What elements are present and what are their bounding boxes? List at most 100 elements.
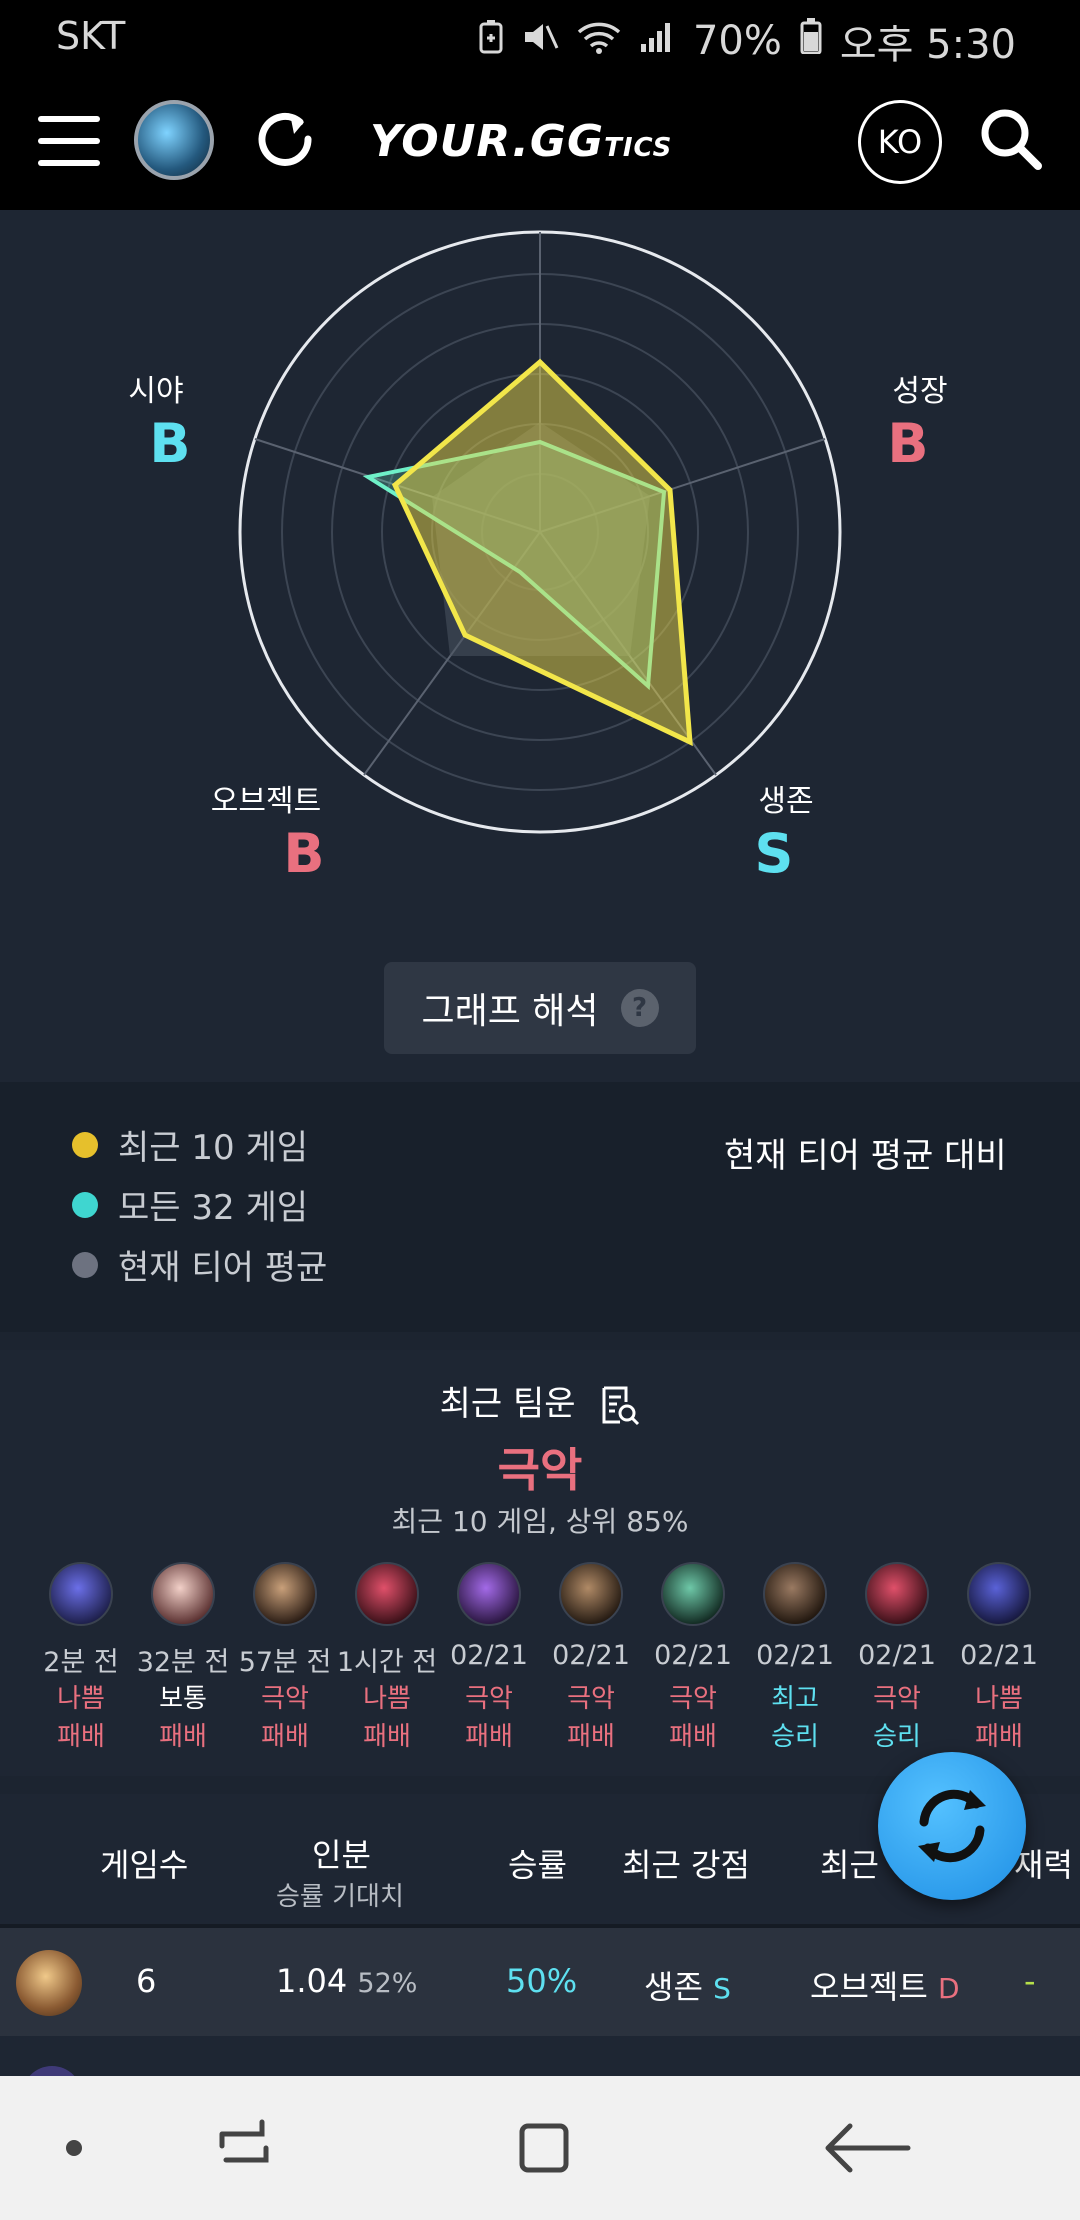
champion-icon — [559, 1562, 623, 1626]
axis-grade-objective: B — [283, 822, 325, 885]
graph-interpret-button[interactable]: 그래프 해석 ? — [384, 962, 696, 1054]
status-bar: SKT 70% 오후 5:30 — [0, 0, 1080, 72]
cell-last: - — [1024, 1962, 1036, 2000]
radar-section: 시야 B 성장 B 오브젝트 B 생존 S 그래프 해석 ? — [0, 210, 1080, 1082]
game-time: 02/21 — [960, 1640, 1038, 1671]
game-luck: 극악 — [465, 1684, 513, 1714]
recent-games-list: 2분 전 나쁨 패배 32분 전 보통 패배 57분 전 극악 패배 1시간 전 나쁨 패배 02/21… — [30, 1562, 1060, 1754]
legend-label: 최근 10 게임 — [118, 1128, 308, 1168]
header-per-person: 인분 — [312, 1836, 371, 1874]
header-expected-winrate: 승률 기대치 — [276, 1882, 404, 1912]
axis-grade-survival: S — [754, 822, 794, 885]
header-strength: 최근 강점 — [622, 1846, 750, 1884]
recent-game-item[interactable]: 32분 전 보통 패배 — [132, 1562, 234, 1754]
strength-label: 생존 — [644, 1968, 703, 2006]
recent-game-item[interactable]: 2분 전 나쁨 패배 — [30, 1562, 132, 1754]
recent-game-item[interactable]: 02/21 나쁨 패배 — [948, 1562, 1050, 1754]
recent-game-item[interactable]: 1시간 전 나쁨 패배 — [336, 1562, 438, 1754]
app-screen: SKT 70% 오후 5:30 YOUR.GGTICS KO 시야 B 성장 B… — [0, 0, 1080, 2220]
game-luck: 보통 — [159, 1684, 207, 1714]
carrier-label: SKT — [56, 14, 126, 58]
champion-icon — [967, 1562, 1031, 1626]
table-row-partial — [0, 2036, 1080, 2096]
header-games: 게임수 — [100, 1846, 189, 1884]
signal-icon — [639, 18, 675, 64]
axis-label-survival: 생존 — [758, 784, 814, 819]
search-icon[interactable] — [978, 106, 1044, 172]
nav-back-icon[interactable] — [825, 2123, 911, 2173]
champion-icon — [151, 1562, 215, 1626]
game-time: 02/21 — [858, 1640, 936, 1671]
game-time: 02/21 — [450, 1640, 528, 1671]
weakness-label: 오브젝트 — [810, 1968, 928, 2006]
axis-grade-growth: B — [887, 412, 929, 475]
game-result: 패배 — [975, 1722, 1023, 1752]
profile-avatar[interactable] — [134, 100, 214, 180]
menu-icon[interactable] — [38, 116, 100, 166]
team-luck-section: 최근 팀운 극악 최근 10 게임, 상위 85% 2분 전 나쁨 패배 32분 전보… — [0, 1350, 1080, 1776]
champion-icon — [355, 1562, 419, 1626]
language-button[interactable]: KO — [858, 100, 942, 184]
team-luck-subtitle: 최근 10 게임, 상위 85% — [391, 1505, 689, 1538]
champion-avatar — [16, 1950, 82, 2016]
game-time: 02/21 — [654, 1640, 732, 1671]
document-search-icon[interactable] — [600, 1385, 640, 1427]
recent-game-item[interactable]: 02/21 극악패배 — [438, 1562, 540, 1754]
game-result: 패배 — [363, 1722, 411, 1752]
axis-label-vision: 시야 — [128, 374, 184, 409]
axis-label-growth: 성장 — [892, 374, 948, 409]
game-luck: 나쁨 — [363, 1684, 411, 1714]
logo-main: YOUR.GG — [370, 116, 605, 167]
team-luck-grade: 극악 — [497, 1443, 583, 1497]
logo-suffix: TICS — [604, 133, 673, 163]
axis-label-objective: 오브젝트 — [210, 784, 322, 819]
expected-winrate-value: 52% — [357, 1968, 418, 1999]
game-result: 패배 — [465, 1722, 513, 1752]
legend-dot — [72, 1131, 98, 1158]
cell-winrate: 50% — [506, 1962, 578, 2000]
champion-icon — [661, 1562, 725, 1626]
table-row[interactable]: 6 1.04 52% 50% 생존 S 오브젝트 D - — [0, 1924, 1080, 2036]
app-logo[interactable]: YOUR.GGTICS — [370, 116, 672, 167]
cell-weakness: 오브젝트 D — [810, 1962, 960, 2008]
mute-icon — [521, 18, 559, 64]
nav-recents-icon[interactable] — [219, 2119, 269, 2163]
legend-item-tier: 현재 티어 평균 — [72, 1240, 327, 1289]
legend-item-all: 모든 32 게임 — [72, 1180, 308, 1229]
legend-label: 현재 티어 평균 — [118, 1248, 328, 1288]
status-icons: 70% 오후 5:30 — [479, 12, 1016, 70]
app-bar: YOUR.GGTICS KO — [0, 72, 1080, 210]
legend-dot — [72, 1191, 98, 1218]
battery-saver-icon — [479, 18, 503, 64]
nav-dot-icon[interactable] — [66, 2140, 82, 2156]
recent-game-item[interactable]: 02/21 최고 승리 — [744, 1562, 846, 1754]
nav-home-icon[interactable] — [519, 2123, 569, 2173]
sync-button[interactable] — [878, 1752, 1026, 1900]
help-icon: ? — [620, 989, 659, 1027]
header-weakness: 최근 — [820, 1846, 879, 1884]
champion-icon — [865, 1562, 929, 1626]
strength-grade: S — [713, 1972, 731, 2005]
game-result: 패배 — [159, 1722, 207, 1752]
per-person-value: 1.04 — [276, 1962, 348, 2000]
legend-label: 모든 32 게임 — [118, 1188, 308, 1228]
game-result: 승리 — [873, 1722, 921, 1752]
recent-game-item[interactable]: 57분 전 극악 패배 — [234, 1562, 336, 1754]
champion-icon — [763, 1562, 827, 1626]
recent-game-item[interactable]: 02/21 극악승리 — [846, 1562, 948, 1754]
cell-per-person: 1.04 52% — [276, 1962, 417, 2000]
game-time: 2분 전 — [43, 1647, 119, 1678]
cell-games: 6 — [136, 1962, 157, 2000]
recent-game-item[interactable]: 02/21 극악 패배 — [540, 1562, 642, 1754]
weakness-grade: D — [937, 1972, 960, 2005]
axis-grade-vision: B — [149, 412, 191, 475]
recent-games-area — [391, 358, 693, 747]
graph-interpret-label: 그래프 해석 — [421, 991, 599, 1032]
game-luck: 최고 — [771, 1684, 819, 1714]
game-luck: 극악 — [261, 1684, 309, 1714]
recent-game-item[interactable]: 02/21 극악 패배 — [642, 1562, 744, 1754]
legend-dot — [72, 1251, 98, 1278]
game-luck: 극악 — [873, 1684, 921, 1714]
refresh-icon[interactable] — [250, 104, 320, 174]
header-winrate: 승률 — [508, 1846, 567, 1884]
